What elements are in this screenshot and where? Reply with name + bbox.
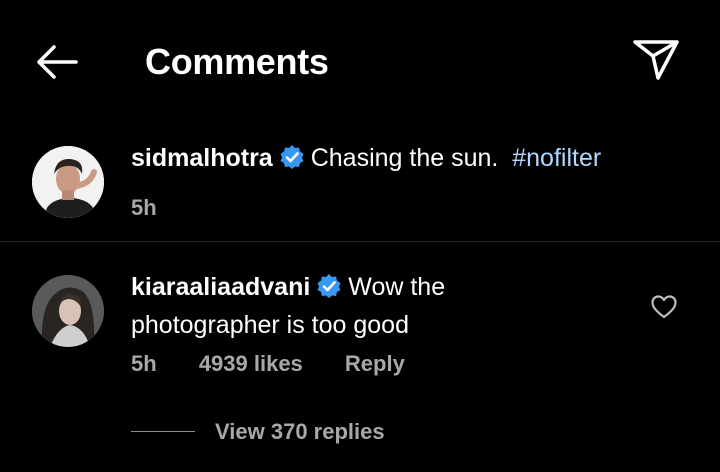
view-replies-button[interactable]: View 370 replies (215, 418, 385, 446)
caption-text: Chasing the sun. (310, 144, 499, 172)
replies-divider (131, 431, 195, 432)
reply-button[interactable]: Reply (345, 350, 405, 378)
heart-icon (651, 295, 677, 319)
comment: kiaraaliaadvani Wow the photographer is to… (131, 270, 611, 342)
arrow-left-icon (37, 45, 78, 79)
divider (0, 241, 720, 242)
verified-badge-icon (279, 144, 305, 179)
caption-time: 5h (131, 195, 157, 220)
caption-avatar[interactable] (32, 146, 104, 218)
header: Comments (0, 0, 720, 120)
comment-username[interactable]: kiaraaliaadvani (131, 273, 310, 301)
profile-photo (32, 146, 104, 218)
caption-line: sidmalhotra Chasing the sun. #nofilter (131, 141, 691, 179)
caption-meta: 5h (131, 194, 691, 222)
back-button[interactable] (28, 38, 84, 86)
comment-avatar[interactable] (32, 275, 104, 347)
comment-time: 5h (131, 351, 157, 376)
profile-photo (32, 275, 104, 347)
like-button[interactable] (650, 294, 678, 320)
caption-username[interactable]: sidmalhotra (131, 144, 273, 172)
paper-plane-icon (633, 40, 679, 80)
comment-likes[interactable]: 4939 likes (199, 350, 303, 378)
comment-body: kiaraaliaadvani Wow the photographer is to… (131, 270, 611, 342)
comment-text-line1: Wow the (348, 273, 446, 301)
page-title: Comments (145, 41, 329, 82)
share-button[interactable] (628, 34, 684, 86)
caption-hashtag[interactable]: #nofilter (512, 144, 601, 172)
comment-meta: 5h 4939 likes Reply (131, 350, 405, 378)
verified-badge-icon (316, 273, 342, 308)
caption: sidmalhotra Chasing the sun. #nofilter 5h (131, 141, 691, 222)
comment-text-line2: photographer is too good (131, 311, 409, 339)
